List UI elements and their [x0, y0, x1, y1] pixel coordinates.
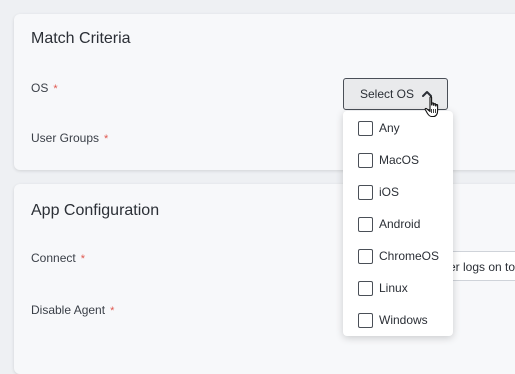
disable-agent-required-mark: *: [110, 305, 115, 317]
checkbox[interactable]: [358, 184, 373, 200]
match-criteria-title: Match Criteria: [31, 30, 131, 47]
os-option-label: Android: [379, 217, 421, 231]
user-groups-field-label: User Groups *: [31, 131, 108, 145]
connect-field-label: Connect *: [31, 251, 85, 265]
checkbox[interactable]: [358, 152, 373, 168]
os-option-android[interactable]: Android: [358, 215, 420, 233]
os-dropdown-menu: Any MacOS iOS Android ChromeOS Linux Win…: [343, 111, 453, 336]
user-groups-required-mark: *: [104, 133, 109, 145]
os-option-label: Windows: [379, 313, 428, 327]
os-option-chromeos[interactable]: ChromeOS: [358, 247, 439, 265]
os-option-linux[interactable]: Linux: [358, 279, 408, 297]
os-label: OS: [31, 81, 49, 95]
os-option-ios[interactable]: iOS: [358, 183, 399, 201]
os-option-label: MacOS: [379, 153, 420, 167]
os-option-label: Any: [379, 121, 400, 135]
user-groups-label: User Groups: [31, 131, 100, 145]
connect-label: Connect: [31, 251, 76, 265]
disable-agent-field-label: Disable Agent *: [31, 303, 114, 317]
checkbox[interactable]: [358, 120, 373, 136]
disable-agent-label: Disable Agent: [31, 303, 106, 317]
os-option-label: iOS: [379, 185, 400, 199]
os-required-mark: *: [53, 83, 58, 95]
select-os-label: Select OS: [360, 87, 415, 101]
checkbox[interactable]: [358, 216, 373, 232]
checkbox[interactable]: [358, 248, 373, 264]
checkbox[interactable]: [358, 280, 373, 296]
connect-select[interactable]: er logs on to: [446, 251, 515, 281]
checkbox[interactable]: [358, 312, 373, 328]
hand-pointer-icon: [424, 96, 439, 118]
connect-required-mark: *: [80, 253, 85, 265]
os-field-label: OS *: [31, 81, 58, 95]
os-option-label: ChromeOS: [379, 249, 440, 263]
app-configuration-title: App Configuration: [31, 202, 160, 219]
os-option-label: Linux: [379, 281, 408, 295]
os-option-macos[interactable]: MacOS: [358, 151, 419, 169]
os-option-windows[interactable]: Windows: [358, 311, 428, 329]
os-option-any[interactable]: Any: [358, 119, 400, 137]
